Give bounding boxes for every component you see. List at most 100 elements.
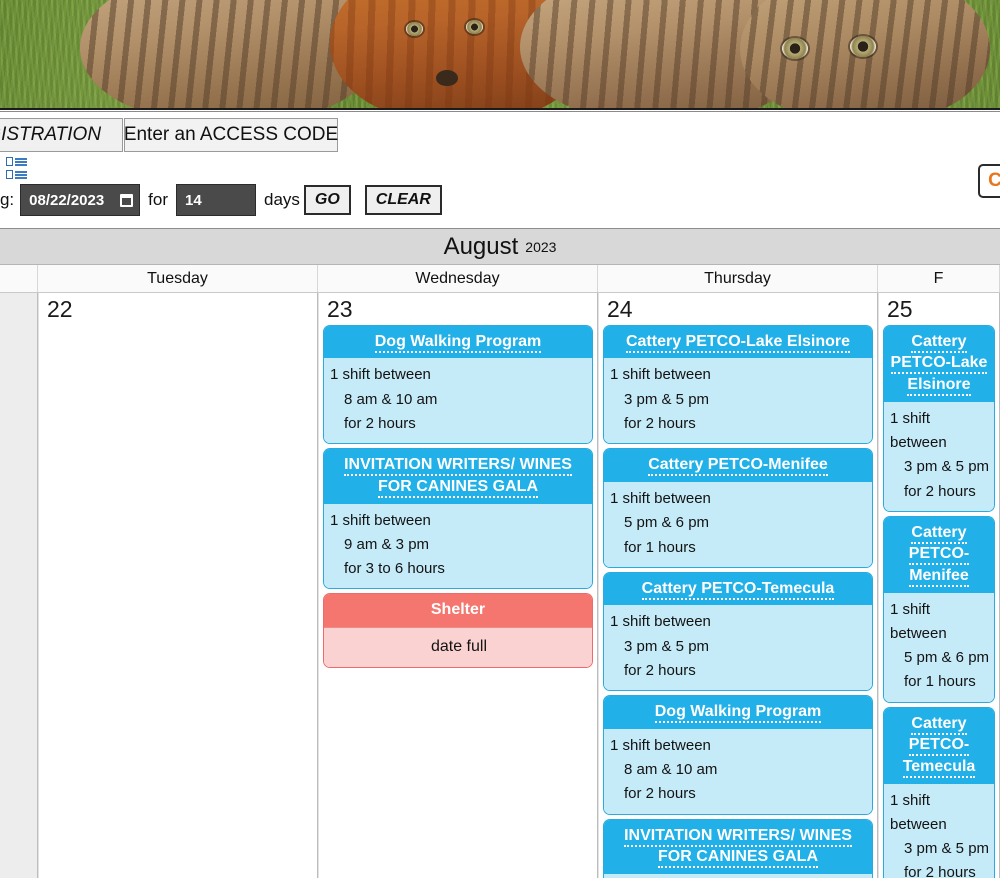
start-date-input[interactable]: 08/22/2023 <box>20 184 141 216</box>
event-card[interactable]: Cattery PETCO-Menifee 1 shift between 5 pm… <box>883 515 995 703</box>
event-details: 1 shift between 5 pm & 6 pm for 1 hours <box>604 481 872 567</box>
event-card[interactable]: Cattery PETCO-Lake Elsinore 1 shift betwe… <box>883 324 995 512</box>
event-detail-line: for 1 hours <box>904 673 976 691</box>
event-title-text: INVITATION WRITERS/ WINES FOR CANINES GA… <box>624 826 852 869</box>
event-title-text: Cattery PETCO-Temecula <box>902 714 976 778</box>
event-title-link[interactable]: Cattery PETCO-Temecula <box>604 572 872 606</box>
event-title-link[interactable]: Dog Walking Program <box>604 696 872 729</box>
date-range-controls: ting: 08/22/2023 for 14 days GO CLEAR <box>0 184 442 216</box>
event-card[interactable]: Shelter date full <box>323 593 593 668</box>
day-cell-24[interactable]: 24 Cattery PETCO-Lake Elsinore 1 shift bet… <box>598 293 878 878</box>
event-list: Dog Walking Program 1 shift between 8 am &… <box>323 324 593 668</box>
right-edge-button[interactable]: C <box>978 164 1000 198</box>
day-cell-25[interactable]: 25 Cattery PETCO-Lake Elsinore 1 shift bet… <box>878 293 1000 878</box>
event-title-text: Cattery PETCO-Temecula <box>641 579 835 600</box>
event-card[interactable]: Cattery PETCO-Lake Elsinore 1 shift betwe… <box>603 324 873 445</box>
event-title-link[interactable]: Dog Walking Program <box>324 325 592 359</box>
event-title-text: Cattery PETCO-Lake Elsinore <box>625 332 851 353</box>
event-title-link[interactable]: Cattery PETCO-Lake Elsinore <box>604 325 872 359</box>
event-list: Cattery PETCO-Lake Elsinore 1 shift betwe… <box>883 324 995 878</box>
event-detail-line: for 2 hours <box>624 415 696 433</box>
event-card[interactable]: Dog Walking Program 1 shift between 8 am &… <box>323 324 593 445</box>
event-title-link[interactable]: Shelter <box>324 594 592 628</box>
puppy-eye-right <box>466 20 483 34</box>
event-card[interactable]: Cattery PETCO-Temecula 1 shift between 3 p… <box>883 706 995 878</box>
event-detail-line: 1 shift between <box>890 600 947 642</box>
event-detail-line: 8 am & 10 am <box>344 390 438 408</box>
event-details: 1 shift between 3 pm & 5 pm for 2 hours <box>884 783 994 878</box>
calendar-grid: 22 23 Dog Walking Program 1 shift between 8… <box>0 293 1000 878</box>
event-title-link[interactable]: Cattery PETCO-Temecula <box>884 707 994 784</box>
month-name: August <box>443 232 519 260</box>
event-detail-line: 5 pm & 6 pm <box>904 649 990 667</box>
event-detail-line: 5 pm & 6 pm <box>624 514 710 532</box>
banner-photo <box>0 0 1000 108</box>
puppy-nose <box>436 70 458 86</box>
event-detail-line: 8 am & 10 am <box>624 761 718 779</box>
tab-access-code[interactable]: Enter an ACCESS CODE <box>124 118 338 152</box>
day-number: 25 <box>887 296 913 322</box>
event-card[interactable]: INVITATION WRITERS/ WINES FOR CANINES GA… <box>323 448 593 590</box>
go-button[interactable]: GO <box>303 185 351 215</box>
event-card[interactable]: Dog Walking Program 1 shift between 8 am &… <box>603 695 873 815</box>
event-card[interactable]: Cattery PETCO-Menifee 1 shift between 5 pm… <box>603 448 873 568</box>
day-cell-22[interactable]: 22 <box>38 293 318 878</box>
clear-button-label: CLEAR <box>375 191 431 208</box>
event-title-link[interactable]: Cattery PETCO-Menifee <box>884 516 994 593</box>
tab-row: REGISTRATION Enter an ACCESS CODE <box>0 112 1000 154</box>
event-detail-line: 3 pm & 5 pm <box>624 637 710 655</box>
control-row: ting: 08/22/2023 for 14 days GO CLEAR C <box>0 154 1000 228</box>
event-title-link[interactable]: Cattery PETCO-Menifee <box>604 449 872 482</box>
tab-registration-label: REGISTRATION <box>0 124 102 145</box>
tab-registration[interactable]: REGISTRATION <box>0 118 123 152</box>
list-view-icon[interactable] <box>6 157 28 179</box>
event-details: 1 shift between 8 am & 10 am for 2 hours <box>324 358 592 444</box>
grid-gutter <box>0 293 38 878</box>
event-detail-line: for 2 hours <box>904 864 976 878</box>
event-detail-line: 1 shift between <box>890 791 947 833</box>
event-detail-line: date full <box>430 637 488 655</box>
animals-group <box>80 0 990 108</box>
event-detail-line: for 2 hours <box>624 661 696 679</box>
event-detail-line: for 2 hours <box>904 482 976 500</box>
event-details: 1 shift between9 am & 3 pmfor 3 to 6 hou… <box>604 873 872 878</box>
event-detail-line: 9 am & 3 pm <box>344 535 430 553</box>
event-title-link[interactable]: Cattery PETCO-Lake Elsinore <box>884 325 994 402</box>
weekday-gutter <box>0 265 38 292</box>
month-header: August 2023 <box>0 229 1000 265</box>
event-details: 1 shift between 3 pm & 5 pm for 2 hours <box>604 605 872 691</box>
event-detail-line: 1 shift between <box>330 366 431 384</box>
toolbar: REGISTRATION Enter an ACCESS CODE ting: … <box>0 112 1000 228</box>
event-title-text: Dog Walking Program <box>654 703 822 724</box>
event-details: 1 shift between 5 pm & 6 pm for 1 hours <box>884 592 994 702</box>
event-title-text: Cattery PETCO-Lake Elsinore <box>890 332 988 397</box>
clear-button[interactable]: CLEAR <box>364 185 442 215</box>
event-details: date full <box>324 627 592 667</box>
event-card[interactable]: INVITATION WRITERS/ WINES FOR CANINES GA… <box>603 818 873 878</box>
start-date-value: 08/22/2023 <box>29 191 105 209</box>
kitten-right <box>740 0 990 108</box>
calendar: August 2023 Tuesday Wednesday Thursday F… <box>0 228 1000 878</box>
event-title-text: Cattery PETCO-Menifee <box>908 523 970 587</box>
kitten-eye-right <box>850 36 876 57</box>
event-detail-line: 3 pm & 5 pm <box>904 458 990 476</box>
day-number: 22 <box>47 296 73 322</box>
event-title-text: INVITATION WRITERS/ WINES FOR CANINES GA… <box>344 456 572 498</box>
days-count-input[interactable]: 14 <box>175 184 256 216</box>
weekday-wednesday: Wednesday <box>318 265 598 292</box>
calendar-picker-icon[interactable] <box>120 193 134 207</box>
tab-access-code-label: Enter an ACCESS CODE <box>123 124 339 145</box>
event-title-link[interactable]: INVITATION WRITERS/ WINES FOR CANINES GA… <box>324 449 592 504</box>
event-detail-line: for 2 hours <box>344 415 416 433</box>
event-title-link[interactable]: INVITATION WRITERS/ WINES FOR CANINES GA… <box>604 819 872 874</box>
event-detail-line: 3 pm & 5 pm <box>904 840 990 858</box>
day-cell-23[interactable]: 23 Dog Walking Program 1 shift between 8 am… <box>318 293 598 878</box>
day-number: 23 <box>327 296 353 322</box>
month-year: 2023 <box>525 238 557 255</box>
event-detail-line: for 1 hours <box>624 538 696 556</box>
event-detail-line: for 2 hours <box>624 785 696 803</box>
event-card[interactable]: Cattery PETCO-Temecula 1 shift between 3 p… <box>603 571 873 692</box>
right-edge-button-label: C <box>988 170 1000 192</box>
day-number: 24 <box>607 296 633 322</box>
weekday-friday: F <box>878 265 1000 292</box>
